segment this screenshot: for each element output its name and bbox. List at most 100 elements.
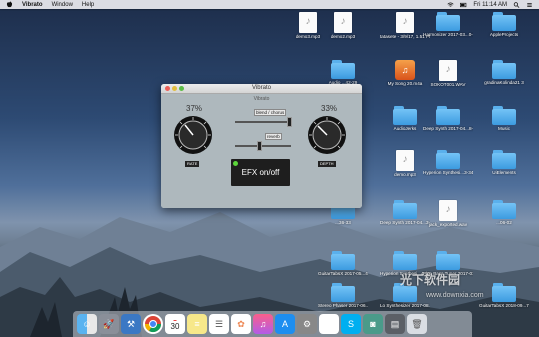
- folder-icon: [393, 200, 417, 219]
- launchpad-icon[interactable]: 🚀: [99, 314, 119, 334]
- spotlight-icon[interactable]: [513, 1, 520, 8]
- folder-icon: [436, 150, 460, 169]
- desktop-icon[interactable]: GuitarTabsX 2018-09...7-40-40: [479, 283, 529, 309]
- menu-help[interactable]: Help: [82, 2, 94, 8]
- desktop-icon-label: Hyperion Synthesi...3-34-13: [423, 170, 473, 175]
- calendar-day: 30: [170, 321, 180, 331]
- desktop-icon[interactable]: Stereo Phaser 2017-06...8-23-35: [318, 283, 368, 309]
- blend-chorus-slider-track[interactable]: [235, 121, 291, 123]
- apple-icon[interactable]: [6, 1, 13, 8]
- desktop-icon-label: Lo Synthesizer 2017-08...1-26-31: [380, 303, 430, 308]
- reverb-slider-track[interactable]: [235, 145, 291, 147]
- desktop-icon[interactable]: UiElements: [479, 150, 529, 176]
- desktop-icon-label: ...06-02: [496, 220, 512, 225]
- skype-icon[interactable]: S: [341, 314, 361, 334]
- finder-icon[interactable]: ☺: [77, 314, 97, 334]
- folder-icon: [393, 106, 417, 125]
- folder-icon: [492, 12, 516, 31]
- desktop-icon-label: ...36-33: [335, 220, 351, 225]
- desktop-icon[interactable]: AppleProjects: [479, 12, 529, 38]
- desktop-icon[interactable]: ♪ jack_exported.wav: [423, 200, 473, 228]
- efx-label: EFX on/off: [241, 168, 280, 177]
- battery-icon[interactable]: [460, 2, 467, 8]
- folder-icon: [436, 12, 460, 31]
- reverb-slider-thumb[interactable]: [257, 141, 262, 151]
- menu-bar: Vibrato Window Help Fri 11:14 AM: [0, 0, 539, 9]
- photos-icon[interactable]: ✿: [231, 314, 251, 334]
- desktop-icon[interactable]: Deep Synth 2017-04...8-23-13: [423, 106, 473, 132]
- rate-knob[interactable]: [173, 115, 213, 155]
- chrome-icon[interactable]: [143, 314, 163, 334]
- desktop-icon[interactable]: ♪ SOKOT001.WAV: [423, 60, 473, 88]
- folder-icon: [393, 251, 417, 270]
- folder-icon: [492, 60, 516, 79]
- depth-value: 33%: [321, 104, 338, 113]
- reminders-icon[interactable]: ☰: [209, 314, 229, 334]
- app-store-icon[interactable]: A: [275, 314, 295, 334]
- desktop-icon-label: Deep Synth 2017-04...8-23-13: [423, 126, 473, 131]
- folder-icon: [436, 106, 460, 125]
- folder-icon: [436, 251, 460, 270]
- desktop-icon[interactable]: Audio ...42-29: [318, 60, 368, 86]
- depth-label: DEPTH: [318, 161, 336, 167]
- desktop-icon-label: gradinaKolinda21 3: [484, 80, 524, 85]
- desktop-icon[interactable]: Hyperion Synthesi...3-34-13: [423, 150, 473, 176]
- blend-chorus-label: blend / chorus: [254, 109, 287, 116]
- desktop-icon[interactable]: ...06-02: [479, 200, 529, 226]
- dock-separator: [319, 314, 339, 334]
- window-title: Vibrato: [252, 85, 271, 91]
- audio-file-icon: ♪: [334, 12, 352, 33]
- audio-file-icon: ♪: [396, 150, 414, 171]
- rate-value: 37%: [186, 104, 203, 113]
- rate-label: RATE: [185, 161, 200, 167]
- folder-icon: [492, 283, 516, 302]
- dock: ☺ 🚀 ⚒ ▬ 30 ≡ ☰ ✿ ♫ A ⚙ S ◙ ▤ 🗑: [73, 311, 472, 337]
- audio-unit-icon[interactable]: ▤: [385, 314, 405, 334]
- plugin-panel: Vibrato 37% 33% RATE DEPTH blend / choru…: [161, 94, 362, 208]
- menu-clock[interactable]: Fri 11:14 AM: [473, 2, 507, 8]
- audio-file-icon: ♪: [439, 60, 457, 81]
- trash-icon[interactable]: 🗑: [407, 314, 427, 334]
- folder-icon: [331, 60, 355, 79]
- desktop-icon-label: UiElements: [492, 170, 516, 175]
- garageband-file-icon: ♫: [395, 60, 415, 80]
- depth-knob[interactable]: [307, 115, 347, 155]
- desktop-icon-label: GuitarTabsX 2018-09...7-40-40: [479, 303, 529, 308]
- system-preferences-icon[interactable]: ⚙: [297, 314, 317, 334]
- wifi-icon[interactable]: [447, 2, 454, 8]
- desktop-icon-label: SOKOT001.WAV: [430, 82, 466, 87]
- folder-icon: [331, 283, 355, 302]
- blend-chorus-slider-thumb[interactable]: [287, 117, 292, 127]
- watermark-url: www.downxia.com: [426, 292, 484, 299]
- desktop-icon-label: Harmonizer 2017-03...0-39-05: [423, 32, 473, 37]
- folder-icon: [492, 150, 516, 169]
- notes-icon[interactable]: ≡: [187, 314, 207, 334]
- xcode-icon[interactable]: ⚒: [121, 314, 141, 334]
- folder-icon: [492, 106, 516, 125]
- desktop-icon-label: Music: [498, 126, 510, 131]
- audio-file-icon: ♪: [396, 12, 414, 33]
- vibrato-window[interactable]: Vibrato Vibrato 37% 33% RATE DEPTH blend…: [161, 84, 362, 208]
- desktop-icon-label: demo2.mp3: [330, 34, 356, 39]
- audio-app-icon[interactable]: ◙: [363, 314, 383, 334]
- efx-toggle-button[interactable]: EFX on/off: [231, 159, 290, 186]
- itunes-icon[interactable]: ♫: [253, 314, 273, 334]
- desktop-icon[interactable]: GuitarTabsX 2017-05...4-04-03: [318, 251, 368, 277]
- audio-file-icon: ♪: [299, 12, 317, 33]
- window-titlebar[interactable]: Vibrato: [161, 84, 362, 94]
- reverb-label: reverb: [265, 133, 282, 140]
- menu-app-name[interactable]: Vibrato: [22, 2, 43, 8]
- calendar-icon[interactable]: ▬ 30: [165, 314, 185, 334]
- folder-icon: [331, 251, 355, 270]
- folder-icon: [492, 200, 516, 219]
- menu-window[interactable]: Window: [52, 2, 73, 8]
- desktop-icon-label: jack_exported.wav: [428, 222, 468, 227]
- desktop-icon[interactable]: ♪ demo2.mp3: [318, 12, 368, 40]
- desktop-icon[interactable]: Music: [479, 106, 529, 132]
- desktop-icon-label: Stereo Phaser 2017-06...8-23-35: [318, 303, 368, 308]
- watermark-logo-text: 光下软件园: [400, 273, 461, 287]
- menu-list-icon[interactable]: [526, 2, 533, 8]
- desktop-icon[interactable]: Harmonizer 2017-03...0-39-05: [423, 12, 473, 38]
- desktop-icon[interactable]: gradinaKolinda21 3: [479, 60, 529, 86]
- desktop-icon-label: GuitarTabsX 2017-05...4-04-03: [318, 271, 368, 276]
